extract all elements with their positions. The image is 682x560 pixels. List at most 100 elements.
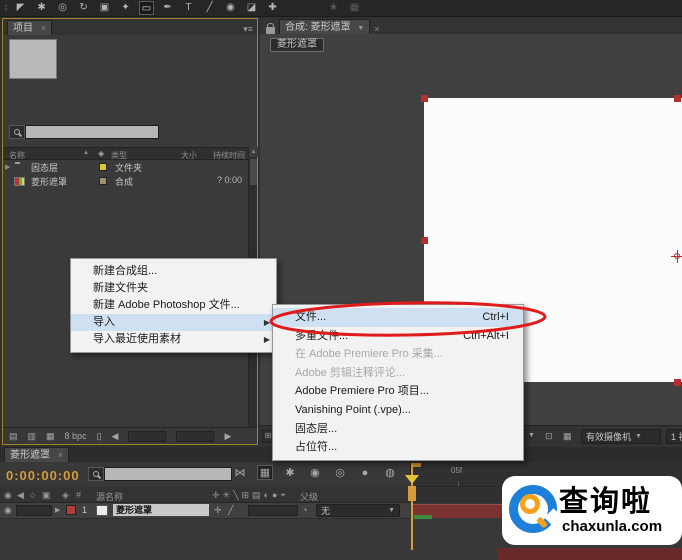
project-row-comp[interactable]: 菱形遮罩 合成 ? 0:00 bbox=[3, 174, 248, 188]
eraser-tool-icon[interactable]: ◪ bbox=[244, 1, 259, 15]
timeline-search-input[interactable] bbox=[104, 467, 232, 481]
layer-label-swatch[interactable] bbox=[66, 505, 76, 515]
layer-row-1[interactable]: ◉ ▶ 1 菱形遮罩 ✛ ╱ ◔ 无 ▼ bbox=[0, 503, 410, 519]
transparency-grid-icon[interactable]: ▦ bbox=[563, 431, 572, 442]
label-col-icon[interactable]: ◈ bbox=[62, 490, 69, 501]
tab-timeline[interactable]: 菱形遮罩 × bbox=[4, 447, 69, 462]
project-row-solids[interactable]: ▶ 固态层 文件夹 bbox=[3, 160, 248, 174]
scroll-right-icon[interactable]: ▶ bbox=[224, 431, 231, 442]
menu-item-new-photoshop-file[interactable]: 新建 Adobe Photoshop 文件... bbox=[71, 297, 276, 314]
shy-switch-icon[interactable]: ✛ bbox=[214, 505, 222, 516]
timeline-search[interactable] bbox=[88, 467, 232, 481]
camera-tool-icon[interactable]: ▣ bbox=[97, 1, 112, 15]
project-search-input[interactable] bbox=[25, 125, 159, 139]
layer-handle-topright[interactable] bbox=[674, 95, 681, 102]
project-search[interactable] bbox=[9, 125, 159, 139]
comp-mini-flowchart-icon[interactable]: ⋈ bbox=[232, 466, 248, 479]
chevron-down-icon[interactable]: ▼ bbox=[528, 432, 535, 439]
layer-handle-midleft[interactable] bbox=[421, 237, 428, 244]
draft-3d-icon[interactable]: ▦ bbox=[257, 465, 273, 480]
menu-item-new-folder[interactable]: 新建文件夹 bbox=[71, 280, 276, 297]
av-wells[interactable] bbox=[16, 505, 52, 516]
current-timecode[interactable]: 0:00:00:00 bbox=[6, 468, 80, 483]
pan-behind-tool-icon[interactable]: ✦ bbox=[118, 1, 133, 15]
zoom-tool-icon[interactable]: ◎ bbox=[55, 1, 70, 15]
menu-item-import[interactable]: 导入 ▶ bbox=[71, 314, 276, 331]
parent-col-label[interactable]: 父级 bbox=[300, 490, 318, 503]
scrollbar-thumb[interactable] bbox=[250, 159, 257, 185]
menu-item-new-composition[interactable]: 新建合成组... bbox=[71, 263, 276, 280]
lock-column-icon[interactable]: ▣ bbox=[42, 490, 51, 501]
label-color-col-icon[interactable]: ◈ bbox=[98, 149, 104, 158]
switch-wells[interactable] bbox=[248, 505, 298, 516]
close-icon[interactable]: × bbox=[374, 24, 379, 34]
rotation-tool-icon[interactable]: ↻ bbox=[76, 1, 91, 15]
submenu-item-solid[interactable]: 固态层... bbox=[273, 420, 523, 439]
playhead-icon[interactable] bbox=[405, 475, 419, 484]
timeline-scroll-strip[interactable] bbox=[497, 548, 682, 560]
hide-shy-layers-icon[interactable]: ✱ bbox=[282, 466, 298, 479]
text-tool-icon[interactable]: T bbox=[181, 1, 196, 15]
close-icon[interactable]: × bbox=[41, 23, 46, 33]
lock-icon[interactable] bbox=[266, 27, 275, 34]
rectangle-tool-icon[interactable]: ▭ bbox=[139, 1, 154, 15]
puppet-pin-tool-icon[interactable]: ✚ bbox=[265, 1, 280, 15]
parent-pickwhip-icon[interactable]: ◔ bbox=[302, 505, 307, 515]
chevron-down-icon: ▼ bbox=[388, 507, 395, 514]
scroll-left-icon[interactable]: ◀ bbox=[112, 431, 119, 442]
layer-handle-topleft[interactable] bbox=[421, 95, 428, 102]
footer-well-1 bbox=[128, 431, 166, 442]
eye-icon[interactable]: ◉ bbox=[4, 505, 12, 516]
brainstorm-icon[interactable]: ● bbox=[357, 467, 373, 479]
tab-project[interactable]: 项目 × bbox=[7, 20, 52, 35]
workspace-star-icon: ★ bbox=[326, 1, 341, 15]
view-layout-dropdown[interactable]: 1 视 bbox=[666, 429, 682, 444]
parent-dropdown[interactable]: 无 ▼ bbox=[316, 504, 400, 517]
sort-arrow-icon[interactable]: ▲ bbox=[83, 150, 89, 156]
new-composition-icon[interactable]: ▦ bbox=[46, 431, 55, 442]
frame-blending-icon[interactable]: ◉ bbox=[307, 466, 323, 479]
item-duration: ? 0:00 bbox=[217, 175, 242, 185]
submenu-item-placeholder[interactable]: 占位符... bbox=[273, 438, 523, 457]
expand-arrow-icon[interactable]: ▶ bbox=[55, 506, 60, 514]
layer-handle-bottomright[interactable] bbox=[674, 379, 681, 386]
audio-icon[interactable]: ◀ bbox=[17, 490, 24, 501]
selection-tool-icon[interactable]: ◤ bbox=[13, 1, 28, 15]
motion-blur-icon[interactable]: ◎ bbox=[332, 466, 348, 479]
quality-switch-icon[interactable]: ╱ bbox=[228, 505, 233, 516]
source-name-col-label[interactable]: 源名称 bbox=[96, 490, 123, 503]
hand-tool-icon[interactable]: ✱ bbox=[34, 1, 49, 15]
pen-tool-icon[interactable]: ✒ bbox=[160, 1, 175, 15]
solo-icon[interactable]: ○ bbox=[30, 490, 35, 500]
tab-composition[interactable]: 合成: 菱形遮罩 ▼ bbox=[279, 19, 370, 34]
submenu-item-vanishing-point[interactable]: Vanishing Point (.vpe)... bbox=[273, 401, 523, 420]
submenu-item-premiere-project[interactable]: Adobe Premiere Pro 项目... bbox=[273, 382, 523, 401]
new-folder-icon[interactable]: ▥ bbox=[28, 431, 37, 442]
scroll-up-icon[interactable]: ▲ bbox=[249, 147, 258, 157]
eye-icon[interactable]: ◉ bbox=[4, 490, 12, 501]
ruler-tick-label: 05f bbox=[451, 466, 462, 475]
tools-toolbar: ⁞⁞ ◤ ✱ ◎ ↻ ▣ ✦ ▭ ✒ T ╱ ◉ ◪ ✚ ★ ▦ bbox=[0, 0, 682, 17]
clone-stamp-tool-icon[interactable]: ◉ bbox=[223, 1, 238, 15]
panel-menu-icon[interactable]: ▾≡ bbox=[243, 24, 257, 35]
interpret-footage-icon[interactable]: ▤ bbox=[9, 431, 18, 442]
close-icon[interactable]: × bbox=[58, 450, 63, 460]
bit-depth-label[interactable]: 8 bpc bbox=[65, 431, 87, 441]
chevron-down-icon[interactable]: ▼ bbox=[357, 25, 364, 32]
safe-margins-icon[interactable]: ⊡ bbox=[545, 431, 553, 442]
label-swatch-yellow[interactable] bbox=[99, 163, 107, 171]
expand-arrow-icon[interactable]: ▶ bbox=[5, 163, 10, 171]
footer-well-2 bbox=[176, 431, 214, 442]
brush-tool-icon[interactable]: ╱ bbox=[202, 1, 217, 15]
menu-item-import-recent[interactable]: 导入最近使用素材 ▶ bbox=[71, 331, 276, 348]
label-swatch-tan[interactable] bbox=[99, 177, 107, 185]
search-icon[interactable] bbox=[88, 467, 104, 481]
auto-keyframe-icon[interactable]: ◍ bbox=[382, 466, 398, 479]
search-icon[interactable] bbox=[9, 125, 25, 139]
highlight-ellipse bbox=[266, 299, 558, 341]
layer-name-field[interactable]: 菱形遮罩 bbox=[113, 504, 209, 516]
trash-icon[interactable]: ▯ bbox=[97, 431, 102, 442]
camera-view-dropdown[interactable]: 有效摄像机 ▼ bbox=[581, 429, 661, 444]
playhead-stem[interactable] bbox=[408, 486, 416, 501]
comp-viewer-button[interactable]: 菱形遮罩 bbox=[270, 38, 324, 52]
